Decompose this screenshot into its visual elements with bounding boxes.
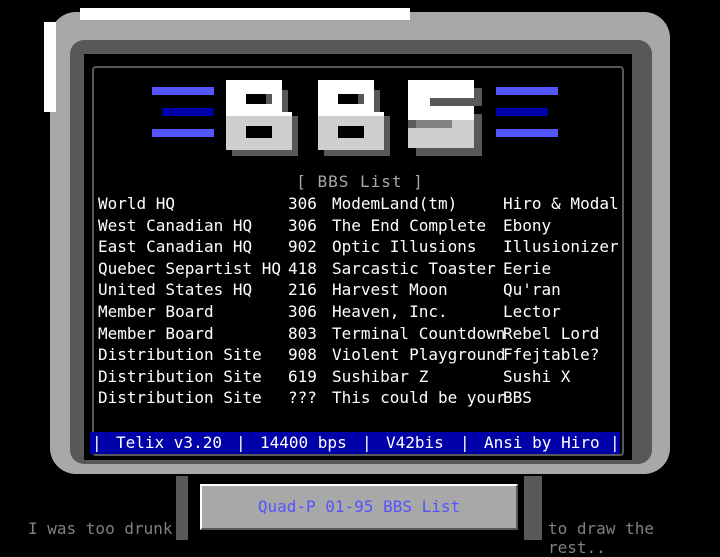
bezel-highlight-left	[44, 22, 56, 112]
bezel-highlight	[80, 8, 410, 20]
status-protocol: V42bis	[386, 433, 444, 452]
name-plate: Quad-P 01-95 BBS List	[200, 484, 518, 530]
bbs-name: Violent Playground	[332, 345, 506, 365]
logo-stripe	[496, 129, 558, 137]
plate-text: Quad-P 01-95 BBS List	[257, 497, 461, 516]
area-code: 306	[288, 194, 317, 213]
bbs-role: Member Board	[98, 323, 214, 343]
status-credit: Ansi by Hiro	[484, 433, 600, 452]
footer-right-text: to draw the rest..	[548, 519, 654, 557]
area-code: 216	[288, 280, 317, 300]
sysop-name: Ffejtable?	[503, 345, 600, 365]
bbs-name: Sushibar Z	[332, 366, 429, 386]
bbs-role: West Canadian HQ	[98, 215, 253, 235]
bbs-name: Heaven, Inc.	[332, 302, 448, 321]
monitor-stand-left	[176, 476, 188, 540]
logo-letter-b	[226, 80, 298, 156]
status-bar: | Telix v3.20 | 14400 bps | V42bis | Ans…	[90, 432, 620, 454]
area-code: 619	[288, 366, 317, 386]
bbs-name: The End Complete	[332, 215, 487, 235]
logo-stripe	[496, 108, 548, 116]
area-code: 902	[288, 237, 317, 257]
logo-letter-s	[408, 80, 482, 156]
area-code: 908	[288, 345, 317, 365]
bbs-role: Member Board	[98, 302, 214, 321]
status-separator: |	[362, 433, 372, 452]
status-separator: |	[610, 433, 620, 452]
sysop-name: Ebony	[503, 215, 552, 235]
bbs-name: Harvest Moon	[332, 280, 448, 300]
bbs-name: ModemLand(tm)	[332, 194, 458, 213]
bbs-role: United States HQ	[98, 280, 253, 300]
sysop-name: Qu'ran	[503, 280, 561, 300]
status-speed: 14400 bps	[260, 433, 347, 452]
footer-left-text: I was too drunk	[28, 519, 173, 538]
logo-stripe	[162, 108, 214, 116]
area-code: 306	[288, 215, 317, 235]
bbs-role: Quebec Separtist HQ	[98, 258, 282, 278]
status-separator: |	[236, 433, 246, 452]
logo-letter-b	[318, 80, 390, 156]
bbs-role: Distribution Site	[98, 345, 262, 365]
area-code: 306	[288, 302, 317, 321]
bbs-role: East Canadian HQ	[98, 237, 253, 257]
bbs-role: World HQ	[98, 194, 176, 213]
bbs-name: Sarcastic Toaster	[332, 258, 496, 278]
list-title: [ BBS List ]	[296, 172, 424, 191]
bbs-name: Terminal Countdown	[332, 323, 506, 343]
status-separator: |	[92, 433, 102, 452]
sysop-name: Illusionizer	[503, 237, 619, 257]
sysop-name: Lector	[503, 302, 561, 321]
bbs-role: Distribution Site	[98, 388, 262, 408]
area-code: 418	[288, 258, 317, 278]
status-terminal: Telix v3.20	[116, 433, 222, 452]
logo-stripe	[152, 129, 214, 137]
sysop-name: Sushi X	[503, 366, 571, 386]
sysop-name: Rebel Lord	[503, 323, 600, 343]
sysop-name: Eerie	[503, 258, 552, 278]
sysop-name: BBS	[503, 388, 532, 408]
area-code: ???	[288, 388, 317, 408]
sysop-name: Hiro & Modal	[503, 194, 619, 213]
logo-stripe	[152, 87, 214, 95]
monitor-stand-right	[524, 476, 542, 540]
logo-stripe	[496, 87, 558, 95]
bbs-name: Optic Illusions	[332, 237, 477, 257]
bbs-role: Distribution Site	[98, 366, 262, 386]
status-separator: |	[460, 433, 470, 452]
area-code: 803	[288, 323, 317, 343]
bbs-name: This could be your	[332, 388, 506, 408]
